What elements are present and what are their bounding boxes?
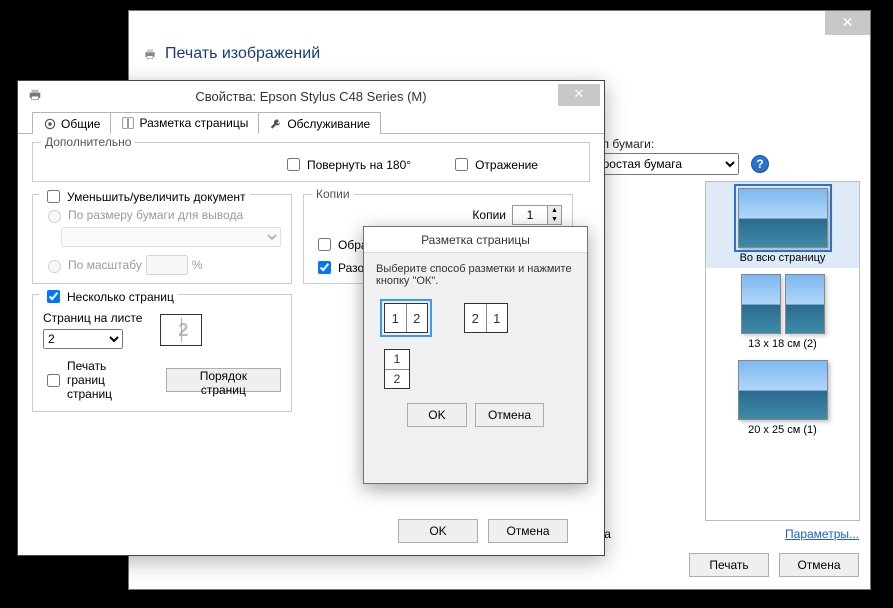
fit-paper-radio: По размеру бумаги для вывода <box>43 207 281 223</box>
tab-maintenance[interactable]: Обслуживание <box>258 112 381 134</box>
dialog-body: Выберите способ разметки и нажмите кнопк… <box>364 253 587 437</box>
cancel-button[interactable]: Отмена <box>779 553 859 577</box>
thumb-20x25[interactable]: 20 x 25 см (1) <box>706 354 859 440</box>
gear-icon <box>43 117 57 131</box>
mirror-checkbox[interactable]: Отражение <box>451 155 538 174</box>
props-titlebar: Свойства: Epson Stylus C48 Series (M) ✕ <box>18 81 604 111</box>
paper-type-select[interactable]: Простая бумага <box>589 153 739 175</box>
outer-titlebar: ✕ <box>129 11 870 39</box>
shrink-checkbox[interactable]: Уменьшить/увеличить документ <box>39 187 250 206</box>
page-order-button[interactable]: Порядок страниц <box>166 368 281 392</box>
thumb-full-page[interactable]: Во всю страницу <box>706 182 859 268</box>
tabs: Общие Разметка страницы Обслуживание <box>18 111 604 134</box>
spinner-down-icon[interactable]: ▼ <box>548 215 561 224</box>
page-layout-dialog: Разметка страницы Выберите способ размет… <box>363 226 588 484</box>
copies-spinner[interactable]: ▲▼ <box>512 205 562 225</box>
cancel-button[interactable]: Отмена <box>475 403 544 427</box>
scale-radio: По масштабу % <box>43 255 281 275</box>
print-button[interactable]: Печать <box>689 553 769 577</box>
spinner-up-icon[interactable]: ▲ <box>548 206 561 215</box>
paper-type-label: Тип бумаги: <box>589 137 859 151</box>
extra-group: Дополнительно Повернуть на 180° Отражени… <box>32 142 590 182</box>
dialog-title: Разметка страницы <box>364 227 587 253</box>
pages-per-sheet-label: Страниц на листе <box>43 311 142 325</box>
extra-legend: Дополнительно <box>41 135 135 149</box>
printer-icon <box>26 88 44 102</box>
layout-vertical-option[interactable]: 12 <box>384 349 410 389</box>
copies-input[interactable] <box>513 206 547 224</box>
rotate-checkbox[interactable]: Повернуть на 180° <box>283 155 411 174</box>
help-icon[interactable]: ? <box>751 155 769 173</box>
cancel-button[interactable]: Отмена <box>488 519 568 543</box>
thumb-label: 20 x 25 см (1) <box>710 424 855 436</box>
copies-legend: Копии <box>312 187 354 201</box>
wrench-icon <box>269 117 283 131</box>
dialog-message: Выберите способ разметки и нажмите кнопк… <box>376 263 575 287</box>
props-buttons: OK Отмена <box>398 519 568 543</box>
thumb-13x18[interactable]: 13 x 18 см (2) <box>706 268 859 354</box>
thumb-label: 13 x 18 см (2) <box>710 338 855 350</box>
pages-per-sheet-select[interactable]: 2 <box>43 329 123 349</box>
outer-bottom: у кадра Параметры... Печать Отмена <box>569 527 859 577</box>
preview-icon <box>710 274 855 334</box>
pages-preview-icon: 2 <box>160 314 202 346</box>
ok-button[interactable]: OK <box>407 403 467 427</box>
close-icon[interactable]: ✕ <box>825 11 870 35</box>
multipage-group: Несколько страниц Страниц на листе 2 2 П… <box>32 294 292 412</box>
layout-21-option[interactable]: 21 <box>464 303 508 333</box>
shrink-group: Уменьшить/увеличить документ По размеру … <box>32 194 292 420</box>
printer-icon <box>143 47 157 61</box>
props-title: Свойства: Epson Stylus C48 Series (M) <box>195 89 426 104</box>
scale-input <box>146 255 188 275</box>
paper-size-select <box>61 227 281 247</box>
copies-label: Копии <box>472 208 506 222</box>
right-panel: Тип бумаги: Простая бумага ? <box>589 137 859 175</box>
print-borders-checkbox[interactable]: Печать границ страниц <box>43 359 146 401</box>
close-icon[interactable]: ✕ <box>558 84 600 106</box>
layout-icon <box>121 116 135 130</box>
thumb-label: Во всю страницу <box>710 252 855 264</box>
outer-header: Печать изображений <box>129 39 870 69</box>
ok-button[interactable]: OK <box>398 519 478 543</box>
layout-12-option[interactable]: 12 <box>384 303 428 333</box>
preview-icon <box>738 360 828 420</box>
tab-general[interactable]: Общие <box>32 112 111 134</box>
tab-page-layout[interactable]: Разметка страницы <box>110 112 259 134</box>
preview-icon <box>738 188 828 248</box>
layout-thumbnails: Во всю страницу 13 x 18 см (2) 20 x 25 с… <box>705 181 860 521</box>
multipage-checkbox[interactable]: Несколько страниц <box>39 287 178 306</box>
params-link[interactable]: Параметры... <box>785 527 859 541</box>
outer-title: Печать изображений <box>165 45 320 63</box>
